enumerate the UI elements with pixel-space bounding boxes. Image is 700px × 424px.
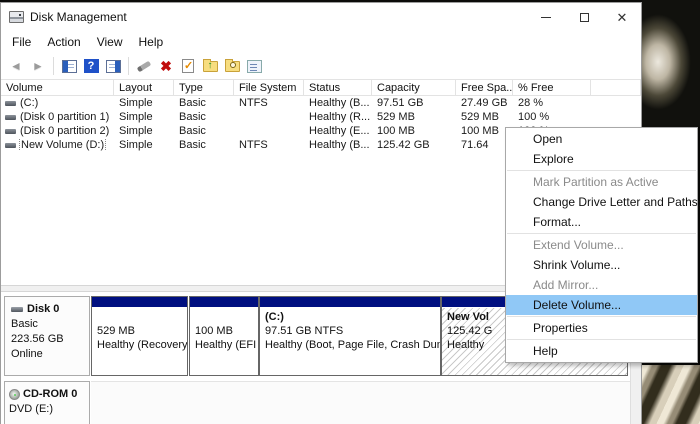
partition-color-band (92, 297, 187, 308)
disk0-type: Basic (11, 317, 89, 332)
column-header-filler (591, 80, 641, 95)
maximize-icon (580, 13, 589, 22)
menu-separator (507, 316, 696, 317)
explore-folder-icon (225, 61, 240, 72)
partition-color-band (190, 297, 258, 308)
help-icon: ? (84, 59, 99, 73)
cdrom-row: CD-ROM 0 DVD (E:) (4, 381, 630, 424)
mark-active-button[interactable]: ✓ (177, 55, 199, 77)
volume-name: (Disk 0 partition 1) (20, 111, 109, 123)
volume-name-focused: New Volume (D:) (20, 139, 105, 151)
console-tree-icon (62, 60, 77, 73)
toolbar: ◄ ► ? ✖ ✓ ↑ (1, 53, 641, 79)
forward-icon: ► (32, 59, 44, 73)
minimize-icon (541, 17, 551, 18)
column-header-file-system[interactable]: File System (234, 80, 304, 95)
disk0-status: Online (11, 347, 89, 362)
volume-icon (5, 115, 16, 120)
action-pane-icon (106, 60, 121, 73)
window-title: Disk Management (30, 10, 127, 24)
menu-item-add-mirror: Add Mirror... (506, 275, 697, 295)
menu-separator (507, 339, 696, 340)
desktop-wallpaper-bottom (642, 365, 700, 424)
cdrom-media: DVD (E:) (9, 402, 89, 417)
column-header-free-space[interactable]: Free Spa... (456, 80, 513, 95)
screen: Disk Management ✕ File Action View Help … (0, 0, 700, 424)
menu-item-open[interactable]: Open (506, 129, 697, 149)
volume-name: (C:) (20, 97, 38, 109)
delete-volume-button[interactable]: ✖ (155, 55, 177, 77)
partition-c[interactable]: (C:) 97.51 GB NTFS Healthy (Boot, Page F… (259, 296, 441, 376)
cd-icon (9, 389, 20, 400)
menu-item-shrink-volume[interactable]: Shrink Volume... (506, 255, 697, 275)
title-bar[interactable]: Disk Management ✕ (1, 3, 641, 31)
menu-item-change-drive-letter[interactable]: Change Drive Letter and Paths... (506, 192, 697, 212)
menu-view[interactable]: View (89, 32, 131, 52)
menu-file[interactable]: File (4, 32, 39, 52)
menu-help[interactable]: Help (131, 32, 172, 52)
properties-button[interactable] (243, 55, 265, 77)
menu-item-delete-volume[interactable]: Delete Volume... (506, 295, 697, 315)
table-row-partition1[interactable]: (Disk 0 partition 1) Simple Basic Health… (1, 110, 641, 124)
maximize-button[interactable] (565, 3, 603, 31)
tool-button[interactable] (133, 55, 155, 77)
show-action-pane-button[interactable] (102, 55, 124, 77)
menu-bar: File Action View Help (1, 31, 641, 53)
delete-x-icon: ✖ (160, 59, 172, 73)
partition-color-band (260, 297, 440, 308)
app-icon (9, 11, 24, 23)
disk-icon (11, 307, 23, 312)
toolbar-separator (128, 57, 129, 75)
tool-icon (137, 60, 152, 72)
disk0-capacity: 223.56 GB (11, 332, 89, 347)
menu-item-format[interactable]: Format... (506, 212, 697, 232)
menu-separator (507, 233, 696, 234)
volume-icon (5, 101, 16, 106)
cdrom-media-area[interactable] (91, 381, 630, 424)
close-icon: ✕ (617, 11, 628, 24)
volume-icon (5, 129, 16, 134)
column-header-percent-free[interactable]: % Free (513, 80, 591, 95)
cdrom-header-cell[interactable]: CD-ROM 0 DVD (E:) (4, 381, 90, 424)
close-button[interactable]: ✕ (603, 3, 641, 31)
open-button[interactable]: ↑ (199, 55, 221, 77)
toolbar-separator (53, 57, 54, 75)
open-folder-icon: ↑ (203, 61, 218, 72)
forward-button[interactable]: ► (27, 55, 49, 77)
menu-item-extend-volume: Extend Volume... (506, 235, 697, 255)
back-button[interactable]: ◄ (5, 55, 27, 77)
partition-efi[interactable]: 100 MB Healthy (EFI S (189, 296, 259, 376)
minimize-button[interactable] (527, 3, 565, 31)
menu-item-properties[interactable]: Properties (506, 318, 697, 338)
menu-item-explore[interactable]: Explore (506, 149, 697, 169)
menu-separator (507, 170, 696, 171)
back-icon: ◄ (10, 59, 22, 73)
volume-name: (Disk 0 partition 2) (20, 125, 109, 137)
menu-action[interactable]: Action (39, 32, 88, 52)
table-row-c[interactable]: (C:) Simple Basic NTFS Healthy (B... 97.… (1, 96, 641, 110)
column-header-capacity[interactable]: Capacity (372, 80, 456, 95)
check-document-icon: ✓ (182, 59, 194, 73)
help-button[interactable]: ? (80, 55, 102, 77)
menu-item-mark-partition-active: Mark Partition as Active (506, 172, 697, 192)
menu-item-help[interactable]: Help (506, 341, 697, 361)
disk0-header-cell[interactable]: Disk 0 Basic 223.56 GB Online (4, 296, 90, 376)
column-header-volume[interactable]: Volume (1, 80, 114, 95)
disk0-name: Disk 0 (27, 302, 59, 317)
cdrom-name: CD-ROM 0 (23, 387, 77, 402)
partition-recovery[interactable]: 529 MB Healthy (Recovery (91, 296, 188, 376)
volume-icon (5, 143, 16, 148)
desktop-wallpaper-top (642, 0, 700, 127)
context-menu: Open Explore Mark Partition as Active Ch… (505, 127, 698, 363)
column-header-status[interactable]: Status (304, 80, 372, 95)
properties-icon (247, 60, 262, 73)
show-console-tree-button[interactable] (58, 55, 80, 77)
volume-list-header: Volume Layout Type File System Status Ca… (1, 79, 641, 96)
column-header-type[interactable]: Type (174, 80, 234, 95)
column-header-layout[interactable]: Layout (114, 80, 174, 95)
explore-button[interactable] (221, 55, 243, 77)
